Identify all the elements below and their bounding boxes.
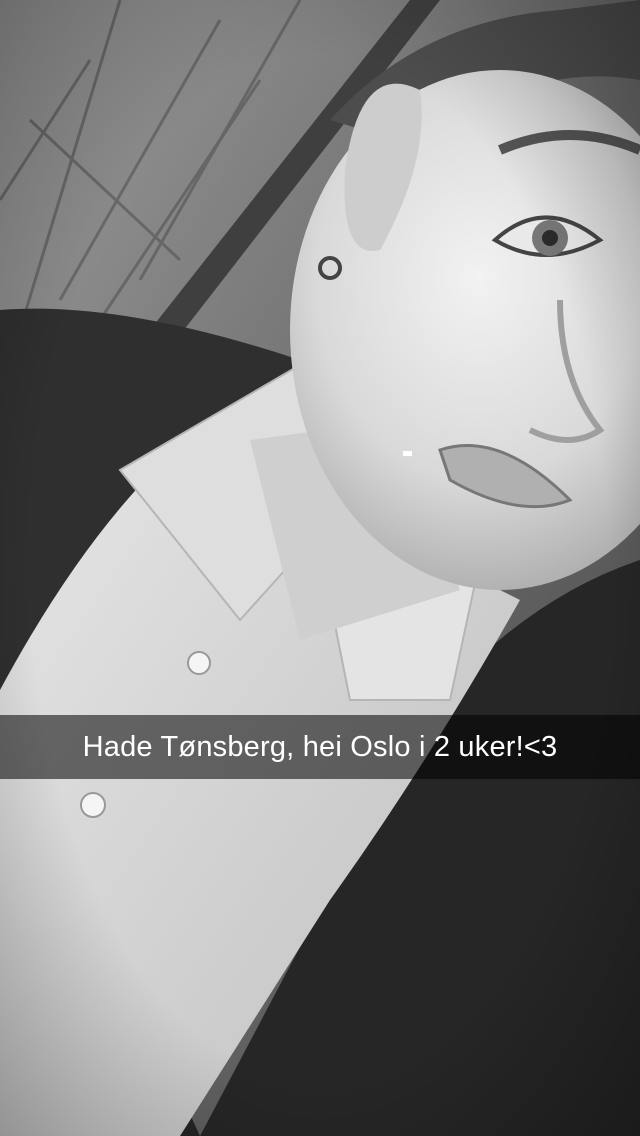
snap-view: Hade Tønsberg, hei Oslo i 2 uker!<3 xyxy=(0,0,640,1136)
caption-bar: Hade Tønsberg, hei Oslo i 2 uker!<3 xyxy=(0,715,640,779)
vignette xyxy=(0,0,640,1136)
selfie-photo xyxy=(0,0,640,1136)
caption-text: Hade Tønsberg, hei Oslo i 2 uker!<3 xyxy=(82,730,558,763)
